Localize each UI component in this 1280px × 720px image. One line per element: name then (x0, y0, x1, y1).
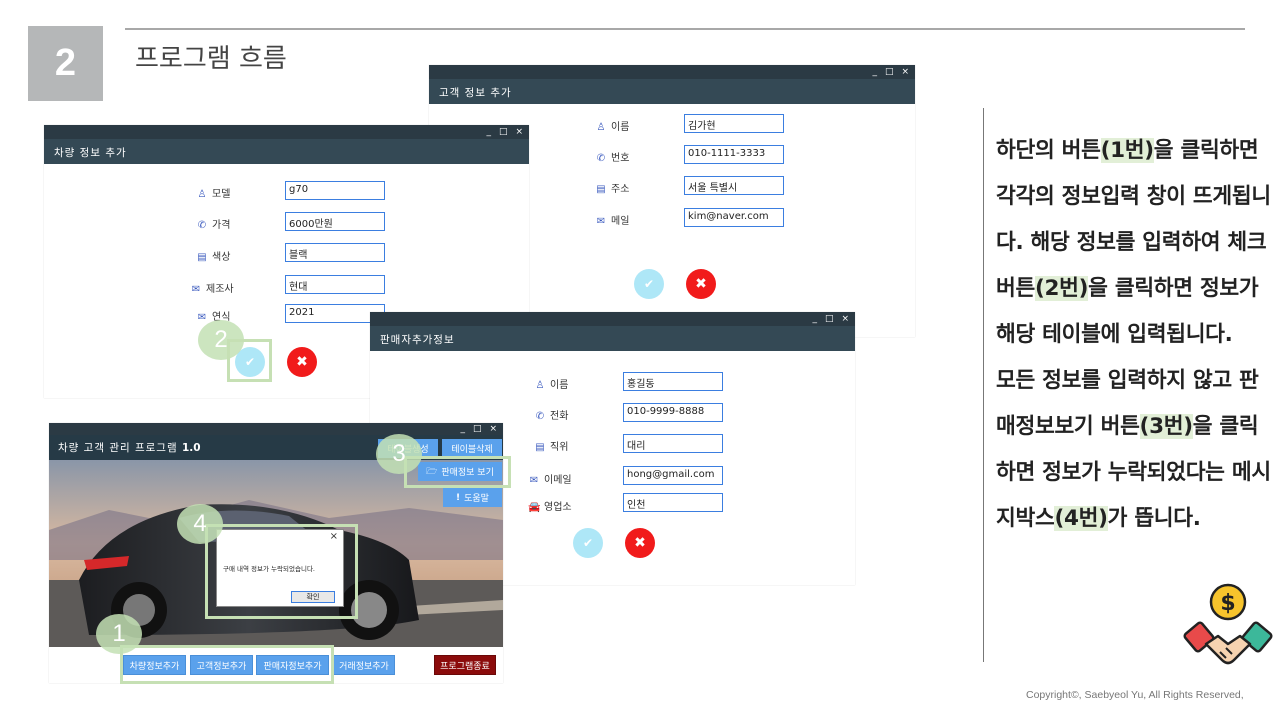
title-bar: _ □ × (370, 312, 855, 326)
highlight-box (227, 339, 272, 382)
id-card-icon: ▤ (535, 442, 545, 453)
envelope-icon: ✉ (529, 475, 539, 486)
person-icon: ♙ (596, 122, 606, 133)
close-icon[interactable]: × (515, 127, 523, 137)
minimize-icon[interactable]: _ (486, 127, 491, 137)
check-icon: ✔ (643, 277, 655, 291)
field-label: ✉ 이메일 (529, 475, 572, 486)
title-divider (125, 28, 1245, 30)
phone-icon: ✆ (197, 220, 207, 231)
field-label: ✉ 제조사 (191, 284, 234, 295)
cancel-button[interactable]: ✖ (287, 347, 317, 377)
field-label: ✆ 가격 (197, 220, 231, 231)
field-label: ✆ 전화 (535, 411, 569, 422)
maker-input[interactable]: 현대 (285, 275, 385, 294)
model-input[interactable]: g70 (285, 181, 385, 200)
position-input[interactable]: 대리 (623, 434, 723, 453)
step-marker-1: 1 (96, 614, 142, 654)
maximize-icon[interactable]: □ (825, 314, 834, 324)
window-header: 고객 정보 추가 (429, 79, 915, 104)
handshake-dollar-icon: $ (1183, 583, 1273, 665)
maximize-icon[interactable]: □ (473, 424, 482, 434)
highlight-box (205, 524, 358, 619)
check-icon: ✔ (582, 536, 594, 550)
help-button[interactable]: ! 도움말 (443, 488, 502, 507)
close-icon[interactable]: × (489, 424, 497, 434)
field-label: ▤ 주소 (596, 184, 630, 195)
slide-title: 프로그램 흐름 (135, 44, 287, 74)
explanation-text: 하단의 버튼(1번)을 클릭하면 각각의 정보입력 창이 뜨게됩니다. 해당 정… (996, 128, 1276, 542)
confirm-button[interactable]: ✔ (634, 269, 664, 299)
phone-icon: ✆ (596, 153, 606, 164)
cancel-button[interactable]: ✖ (686, 269, 716, 299)
color-input[interactable]: 블랙 (285, 243, 385, 262)
copyright-notice: Copyright©, Saebyeol Yu, All Rights Rese… (1026, 689, 1244, 701)
add-trade-button[interactable]: 거래정보추가 (333, 655, 395, 675)
step-marker-4: 4 (177, 504, 223, 544)
person-icon: ♙ (197, 189, 207, 200)
explanation-part: 하단의 버튼 (996, 138, 1101, 163)
close-icon: ✖ (634, 535, 646, 551)
slide-number: 2 (28, 26, 103, 101)
seller-email-input[interactable]: hong@gmail.com (623, 466, 723, 485)
svg-text:$: $ (1220, 591, 1235, 616)
cancel-button[interactable]: ✖ (625, 528, 655, 558)
field-label: 🚘 영업소 (528, 502, 572, 513)
phone-icon: ✆ (535, 411, 545, 422)
program-version: 1.0 (181, 442, 201, 454)
minimize-icon[interactable]: _ (872, 67, 877, 77)
title-bar: _ □ × (429, 65, 915, 79)
field-label: ▤ 색상 (197, 252, 231, 263)
field-label: ♙ 이름 (535, 380, 569, 391)
highlight-label: (2번) (1034, 276, 1089, 301)
field-label: ♙ 이름 (596, 122, 630, 133)
program-title: 차량 고객 관리 프로그램 1.0 (58, 442, 201, 454)
email-input[interactable]: kim@naver.com (684, 208, 784, 227)
exclamation-icon: ! (456, 492, 461, 503)
title-bar: _ □ × (49, 423, 503, 435)
field-label: ✉ 메일 (596, 216, 630, 227)
maximize-icon[interactable]: □ (499, 127, 508, 137)
person-icon: ♙ (535, 380, 545, 391)
price-input[interactable]: 6000만원 (285, 212, 385, 231)
seller-phone-input[interactable]: 010-9999-8888 (623, 403, 723, 422)
branch-input[interactable]: 인천 (623, 493, 723, 512)
id-card-icon: ▤ (197, 252, 207, 263)
vertical-divider (983, 108, 984, 662)
field-label: ♙ 모델 (197, 189, 231, 200)
phone-input[interactable]: 010-1111-3333 (684, 145, 784, 164)
title-bar: _ □ × (44, 125, 529, 139)
explanation-part: 가 뜹니다. (1107, 506, 1201, 531)
highlight-label: (4번) (1054, 506, 1108, 531)
window-header: 판매자추가정보 (370, 326, 855, 351)
envelope-icon: ✉ (197, 312, 207, 323)
envelope-icon: ✉ (596, 216, 606, 227)
field-label: ▤ 직위 (535, 442, 569, 453)
highlight-box (120, 645, 334, 684)
close-icon[interactable]: × (901, 67, 909, 77)
highlight-label: (1번) (1100, 138, 1154, 163)
maximize-icon[interactable]: □ (885, 67, 894, 77)
seller-name-input[interactable]: 홍길동 (623, 372, 723, 391)
car-icon: 🚘 (528, 502, 541, 513)
close-icon: ✖ (695, 276, 707, 292)
window-header: 차량 정보 추가 (44, 139, 529, 164)
close-icon[interactable]: × (841, 314, 849, 324)
minimize-icon[interactable]: _ (812, 314, 817, 324)
confirm-button[interactable]: ✔ (573, 528, 603, 558)
step-marker-3: 3 (376, 434, 422, 474)
minimize-icon[interactable]: _ (460, 424, 465, 434)
field-label: ✆ 번호 (596, 153, 630, 164)
id-card-icon: ▤ (596, 184, 606, 195)
name-input[interactable]: 김가현 (684, 114, 784, 133)
highlight-label: (3번) (1139, 414, 1193, 439)
address-input[interactable]: 서울 특별시 (684, 176, 784, 195)
envelope-icon: ✉ (191, 284, 201, 295)
close-icon: ✖ (296, 354, 308, 370)
exit-program-button[interactable]: 프로그램종료 (434, 655, 496, 675)
